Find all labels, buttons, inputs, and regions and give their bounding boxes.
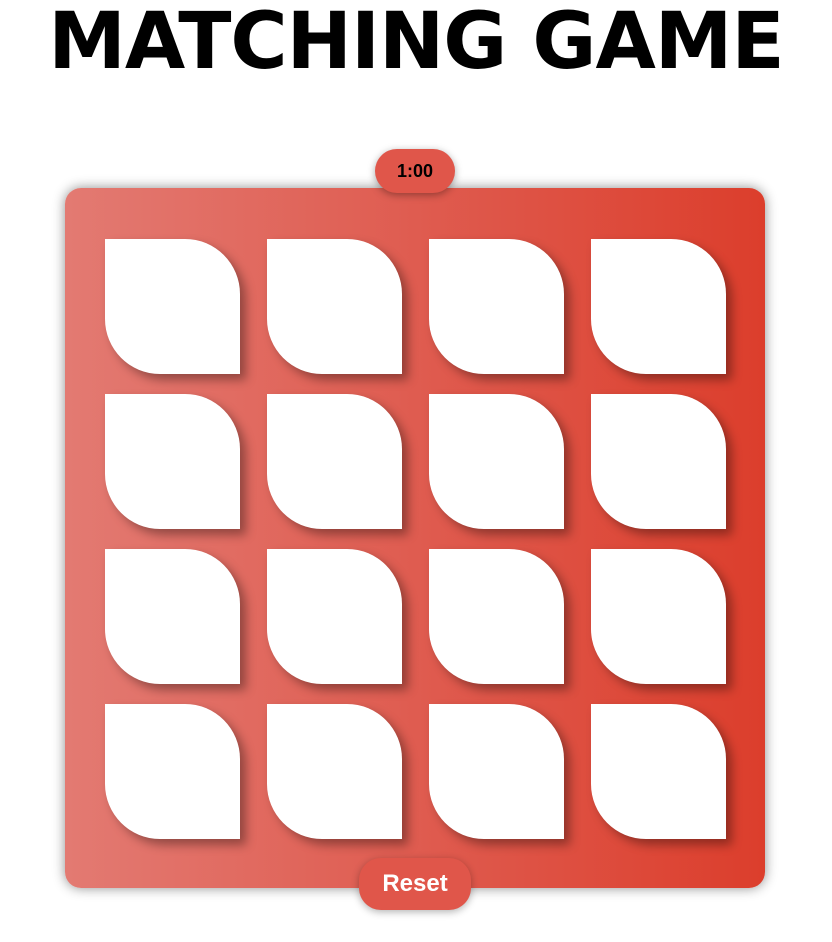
card-9[interactable] [105, 549, 240, 684]
reset-button[interactable]: Reset [359, 858, 471, 910]
card-grid [105, 239, 726, 839]
card-4[interactable] [591, 239, 726, 374]
card-10[interactable] [267, 549, 402, 684]
game-board [65, 188, 765, 888]
card-11[interactable] [429, 549, 564, 684]
card-7[interactable] [429, 394, 564, 529]
card-8[interactable] [591, 394, 726, 529]
card-6[interactable] [267, 394, 402, 529]
card-16[interactable] [591, 704, 726, 839]
card-3[interactable] [429, 239, 564, 374]
card-14[interactable] [267, 704, 402, 839]
card-12[interactable] [591, 549, 726, 684]
card-15[interactable] [429, 704, 564, 839]
card-13[interactable] [105, 704, 240, 839]
card-2[interactable] [267, 239, 402, 374]
timer-display: 1:00 [375, 149, 455, 193]
card-1[interactable] [105, 239, 240, 374]
page-title: MATCHING GAME [48, 0, 784, 87]
card-5[interactable] [105, 394, 240, 529]
